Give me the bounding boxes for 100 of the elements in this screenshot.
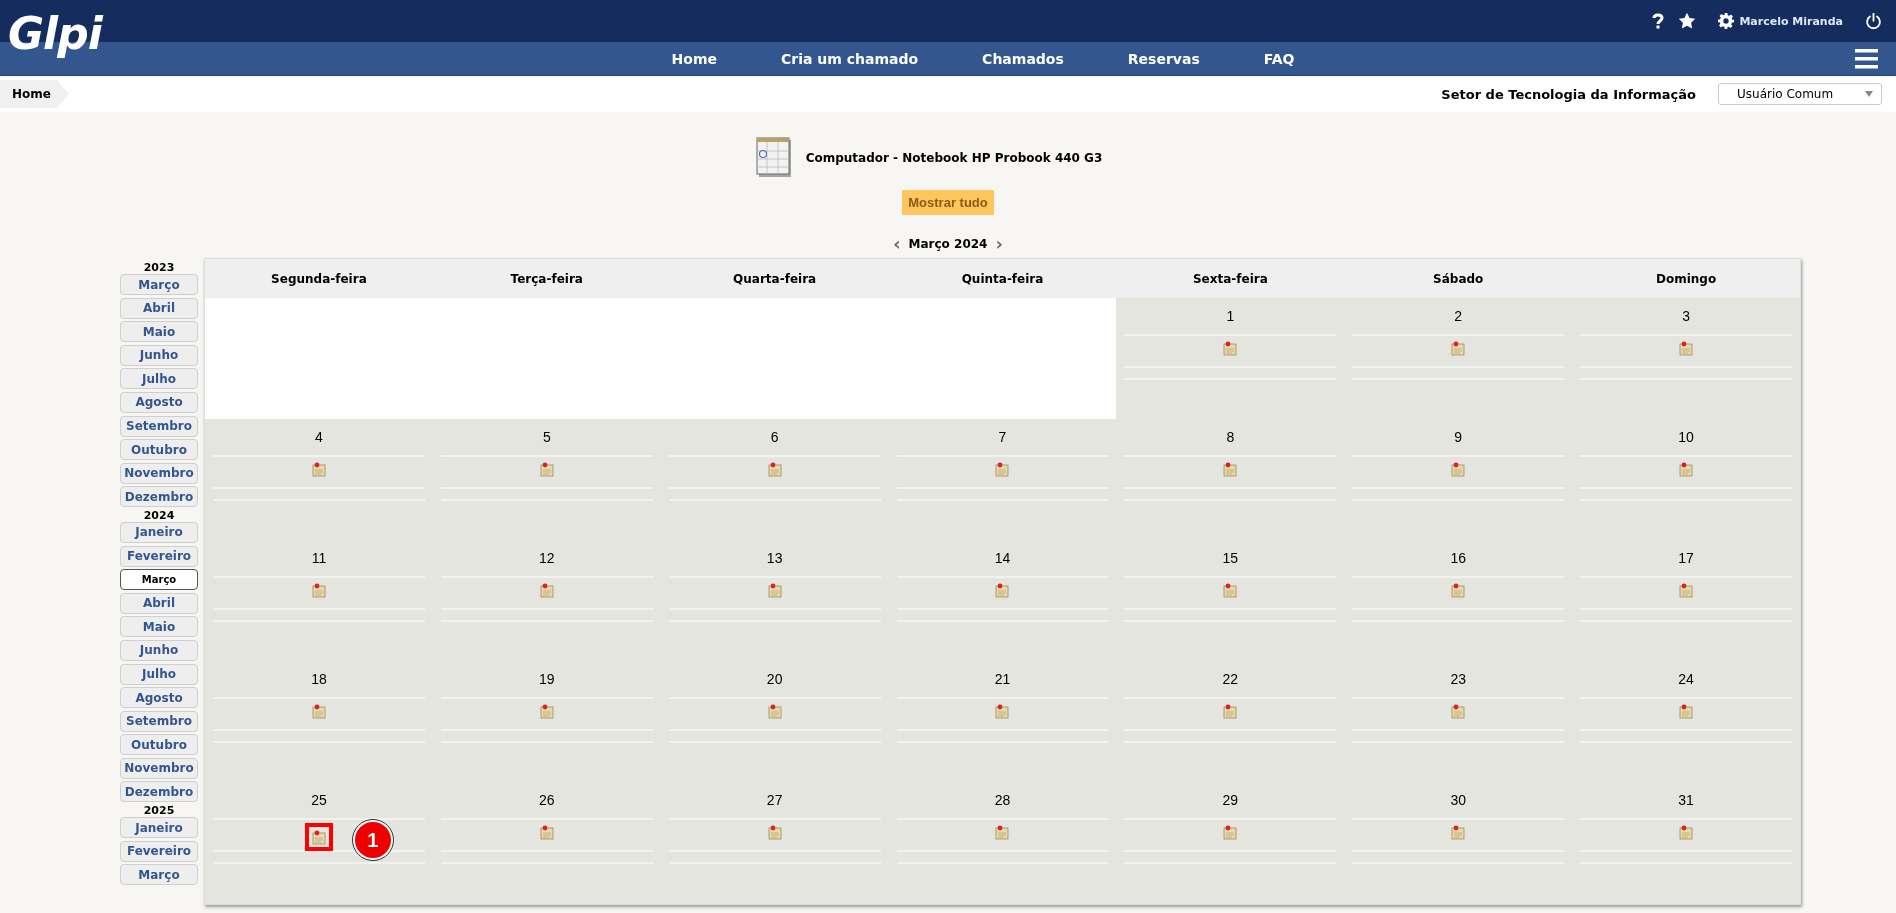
year-label: 2025 (142, 805, 176, 818)
power-icon[interactable] (1865, 12, 1882, 30)
reservation-note-icon[interactable] (1679, 461, 1694, 477)
step-number-badge: 1 (352, 820, 393, 860)
month-button[interactable]: Junho (120, 344, 198, 366)
day-number: 17 (1677, 550, 1695, 568)
logo[interactable]: Glpi (8, 8, 102, 60)
reservation-note-icon[interactable] (995, 461, 1010, 477)
month-button[interactable]: Dezembro (120, 486, 198, 508)
reservation-note-icon[interactable] (539, 582, 554, 598)
month-button[interactable]: Setembro (120, 710, 198, 732)
entity-name[interactable]: Setor de Tecnologia da Informação (1441, 86, 1696, 102)
day-number: 23 (1449, 671, 1467, 689)
menu-icon[interactable] (1855, 49, 1878, 69)
day-number: 14 (993, 550, 1012, 568)
day-number: 8 (1225, 429, 1236, 447)
day-number: 11 (310, 550, 328, 568)
month-button[interactable]: Agosto (120, 687, 198, 709)
month-button[interactable]: Outubro (120, 734, 198, 756)
reservation-note-icon[interactable] (995, 582, 1010, 598)
reservation-note-icon[interactable] (1223, 461, 1238, 477)
month-title: Março 2024 (908, 237, 988, 251)
day-number: 20 (765, 671, 784, 689)
reservation-note-icon[interactable] (1451, 582, 1466, 598)
nav-menu-item[interactable]: Chamados (982, 50, 1064, 67)
reservation-note-icon[interactable] (767, 582, 782, 598)
day-number: 3 (1681, 308, 1691, 326)
month-button[interactable]: Junho (120, 639, 198, 661)
reservation-note-icon[interactable] (1223, 703, 1238, 719)
month-button[interactable]: Julho (120, 663, 198, 685)
reservation-note-icon[interactable] (1679, 582, 1694, 598)
month-button[interactable]: Novembro (120, 757, 198, 779)
weekday-header: Quarta-feira (660, 259, 889, 298)
reservation-note-icon[interactable] (1679, 703, 1694, 719)
caret-icon (1865, 91, 1873, 97)
reservation-note-icon[interactable] (1451, 340, 1466, 356)
reservation-note-icon[interactable] (311, 703, 326, 719)
month-button[interactable]: Março (120, 864, 198, 886)
star-icon[interactable] (1678, 12, 1697, 30)
weekday-header: Quinta-feira (888, 259, 1117, 298)
month-button[interactable]: Janeiro (120, 521, 198, 543)
day-number: 29 (1221, 792, 1240, 810)
reservation-note-icon[interactable] (1679, 340, 1694, 356)
day-number: 6 (769, 429, 780, 447)
day-number: 12 (538, 550, 556, 568)
month-button[interactable]: Abril (120, 297, 198, 319)
next-month-link[interactable]: › (995, 235, 1003, 253)
month-button[interactable]: Dezembro (120, 781, 198, 803)
reservation-note-icon[interactable] (539, 461, 554, 477)
reservation-note-icon[interactable] (1451, 461, 1466, 477)
previous-month-link[interactable]: ‹ (893, 235, 901, 253)
day-number: 16 (1449, 550, 1467, 568)
nav-menu-item[interactable]: Cria um chamado (781, 50, 919, 67)
weekday-header: Domingo (1572, 259, 1800, 298)
day-number: 31 (1677, 792, 1695, 810)
nav-menu-item[interactable]: Reservas (1127, 50, 1200, 67)
month-button[interactable]: Novembro (120, 462, 198, 484)
breadcrumb-item[interactable]: Home (0, 80, 69, 108)
profile-select[interactable]: Usuário Comum (1718, 83, 1882, 105)
day-number: 13 (765, 550, 784, 568)
month-button[interactable]: Maio (120, 616, 198, 638)
weekday-header: Sábado (1344, 259, 1573, 298)
reservation-note-icon[interactable] (767, 703, 782, 719)
month-button[interactable]: Março (120, 569, 198, 591)
nav-menu-item[interactable]: FAQ (1263, 50, 1295, 67)
reservation-note-icon[interactable] (1451, 824, 1466, 840)
reservation-note-icon[interactable] (995, 703, 1010, 719)
user-name-link[interactable]: Marcelo Miranda (1739, 14, 1843, 28)
month-button[interactable]: Março (120, 274, 198, 295)
help-icon[interactable] (1652, 13, 1665, 29)
day-number: 24 (1677, 671, 1695, 689)
day-number: 27 (765, 792, 784, 810)
month-button[interactable]: Outubro (120, 439, 198, 461)
month-button[interactable]: Janeiro (120, 817, 198, 839)
month-button[interactable]: Setembro (120, 415, 198, 437)
month-button[interactable]: Fevereiro (120, 840, 198, 862)
reservation-note-icon[interactable] (539, 824, 554, 840)
day-number: 4 (314, 429, 324, 447)
month-button[interactable]: Maio (120, 321, 198, 343)
day-number: 25 (310, 792, 328, 810)
month-button[interactable]: Agosto (120, 391, 198, 413)
reservation-note-icon[interactable] (1223, 340, 1238, 356)
month-button[interactable]: Abril (120, 592, 198, 614)
reservation-note-icon[interactable] (767, 824, 782, 840)
reservation-note-icon[interactable] (1223, 582, 1238, 598)
reservation-note-icon[interactable] (539, 703, 554, 719)
reservation-note-icon[interactable] (1223, 824, 1238, 840)
settings-icon[interactable] (1718, 13, 1735, 29)
weekday-header: Terça-feira (432, 259, 661, 298)
reservation-note-icon[interactable] (767, 461, 782, 477)
show-all-button[interactable]: Mostrar tudo (902, 190, 994, 215)
reservation-note-icon[interactable] (311, 829, 326, 845)
reservation-note-icon[interactable] (995, 824, 1010, 840)
nav-menu-item[interactable]: Home (671, 50, 717, 67)
reservation-note-icon[interactable] (1679, 824, 1694, 840)
reservation-note-icon[interactable] (311, 582, 326, 598)
reservation-note-icon[interactable] (311, 461, 326, 477)
month-button[interactable]: Julho (120, 368, 198, 390)
month-button[interactable]: Fevereiro (120, 545, 198, 567)
reservation-note-icon[interactable] (1451, 703, 1466, 719)
